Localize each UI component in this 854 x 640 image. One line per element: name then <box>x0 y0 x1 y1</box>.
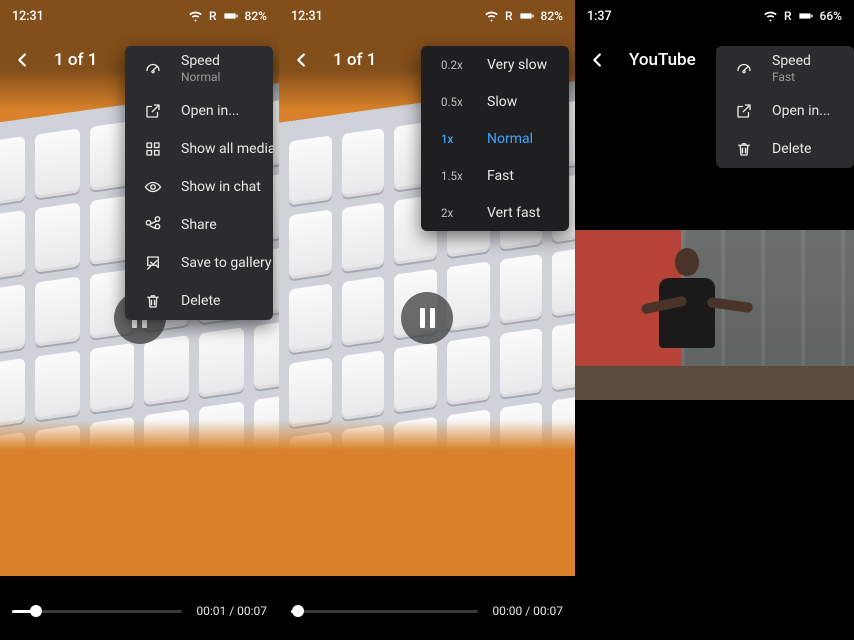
speed-label: Normal <box>487 131 533 147</box>
status-time: 12:31 <box>291 9 323 24</box>
grid-icon <box>143 139 163 159</box>
back-button[interactable] <box>291 49 313 71</box>
speed-label: Vert fast <box>487 205 540 221</box>
status-time: 12:31 <box>12 9 44 24</box>
menu-item-speed[interactable]: Speed Normal <box>125 46 273 92</box>
speed-multiplier: 0.2x <box>441 58 471 72</box>
seek-track[interactable] <box>12 610 182 613</box>
speed-option-1.5[interactable]: 1.5x Fast <box>421 157 569 194</box>
screenshot-panel-2: 12:31 R 82% 1 of 1 00:00 / 00:07 0.2x Ve… <box>279 0 575 640</box>
menu-item-share[interactable]: Share <box>125 206 273 244</box>
menu-item-label: Show in chat <box>181 179 261 196</box>
menu-item-label: Speed <box>181 53 220 70</box>
menu-item-speed[interactable]: Speed Fast <box>716 46 854 92</box>
menu-item-label: Speed <box>772 53 811 70</box>
seek-bar[interactable]: 00:00 / 00:07 <box>291 604 563 618</box>
speed-label: Fast <box>487 168 514 184</box>
menu-item-show-all-media[interactable]: Show all media <box>125 130 273 168</box>
speed-icon <box>734 59 754 79</box>
status-network: R <box>209 9 217 23</box>
speed-multiplier: 2x <box>441 206 471 220</box>
speed-label: Very slow <box>487 57 547 73</box>
menu-item-label: Show all media <box>181 141 273 158</box>
menu-item-open-in[interactable]: Open in... <box>716 92 854 130</box>
wifi-icon <box>484 9 499 24</box>
status-time: 1:37 <box>587 9 612 24</box>
menu-item-label: Delete <box>772 141 811 158</box>
menu-item-sublabel: Normal <box>181 70 220 84</box>
battery-icon <box>519 8 535 24</box>
speed-icon <box>143 59 163 79</box>
screenshot-panel-3: 1:37 R 66% YouTube Speed Fast Open in... <box>575 0 854 640</box>
wifi-icon <box>763 9 778 24</box>
battery-icon <box>798 8 814 24</box>
menu-item-delete[interactable]: Delete <box>716 130 854 168</box>
battery-icon <box>223 8 239 24</box>
status-network: R <box>784 9 792 23</box>
page-title: YouTube <box>629 50 696 70</box>
speed-option-2[interactable]: 2x Vert fast <box>421 194 569 231</box>
menu-item-label: Share <box>181 217 217 234</box>
time-label: 00:01 / 00:07 <box>196 604 267 618</box>
page-title: 1 of 1 <box>333 50 376 70</box>
back-button[interactable] <box>587 49 609 71</box>
seek-track[interactable] <box>291 610 478 613</box>
trash-icon <box>143 291 163 311</box>
screenshot-panel-1: 12:31 R 82% 1 of 1 00:01 / 00:07 Speed N… <box>0 0 279 640</box>
video-frame[interactable] <box>575 230 854 400</box>
status-network: R <box>505 9 513 23</box>
speed-menu: 0.2x Very slow 0.5x Slow 1x Normal 1.5x … <box>421 46 569 231</box>
speed-option-0.5[interactable]: 0.5x Slow <box>421 83 569 120</box>
seek-bar[interactable]: 00:01 / 00:07 <box>12 604 267 618</box>
menu-item-sublabel: Fast <box>772 70 811 84</box>
open-in-icon <box>734 101 754 121</box>
menu-item-label: Open in... <box>772 103 830 120</box>
eye-icon <box>143 177 163 197</box>
context-menu: Speed Normal Open in... Show all media S… <box>125 46 273 320</box>
time-label: 00:00 / 00:07 <box>492 604 563 618</box>
status-bar: 12:31 R 82% <box>279 0 575 32</box>
back-button[interactable] <box>12 49 34 71</box>
menu-item-label: Save to gallery <box>181 255 272 272</box>
speed-label: Slow <box>487 94 517 110</box>
speed-option-0.2[interactable]: 0.2x Very slow <box>421 46 569 83</box>
menu-item-show-in-chat[interactable]: Show in chat <box>125 168 273 206</box>
open-in-icon <box>143 101 163 121</box>
status-battery: 82% <box>541 9 563 23</box>
menu-item-delete[interactable]: Delete <box>125 282 273 320</box>
speed-multiplier: 1.5x <box>441 169 471 183</box>
menu-item-label: Open in... <box>181 103 239 120</box>
context-menu: Speed Fast Open in... Delete <box>716 46 854 168</box>
status-battery: 82% <box>245 9 267 23</box>
status-bar: 1:37 R 66% <box>575 0 854 32</box>
page-title: 1 of 1 <box>54 50 97 70</box>
wifi-icon <box>188 9 203 24</box>
speed-option-1[interactable]: 1x Normal <box>421 120 569 157</box>
status-battery: 66% <box>820 9 842 23</box>
save-image-icon <box>143 253 163 273</box>
menu-item-label: Delete <box>181 293 220 310</box>
trash-icon <box>734 139 754 159</box>
menu-item-open-in[interactable]: Open in... <box>125 92 273 130</box>
menu-item-save-to-gallery[interactable]: Save to gallery <box>125 244 273 282</box>
share-icon <box>143 215 163 235</box>
speed-multiplier: 1x <box>441 132 471 146</box>
speed-multiplier: 0.5x <box>441 95 471 109</box>
pause-button[interactable] <box>401 292 453 344</box>
status-bar: 12:31 R 82% <box>0 0 279 32</box>
